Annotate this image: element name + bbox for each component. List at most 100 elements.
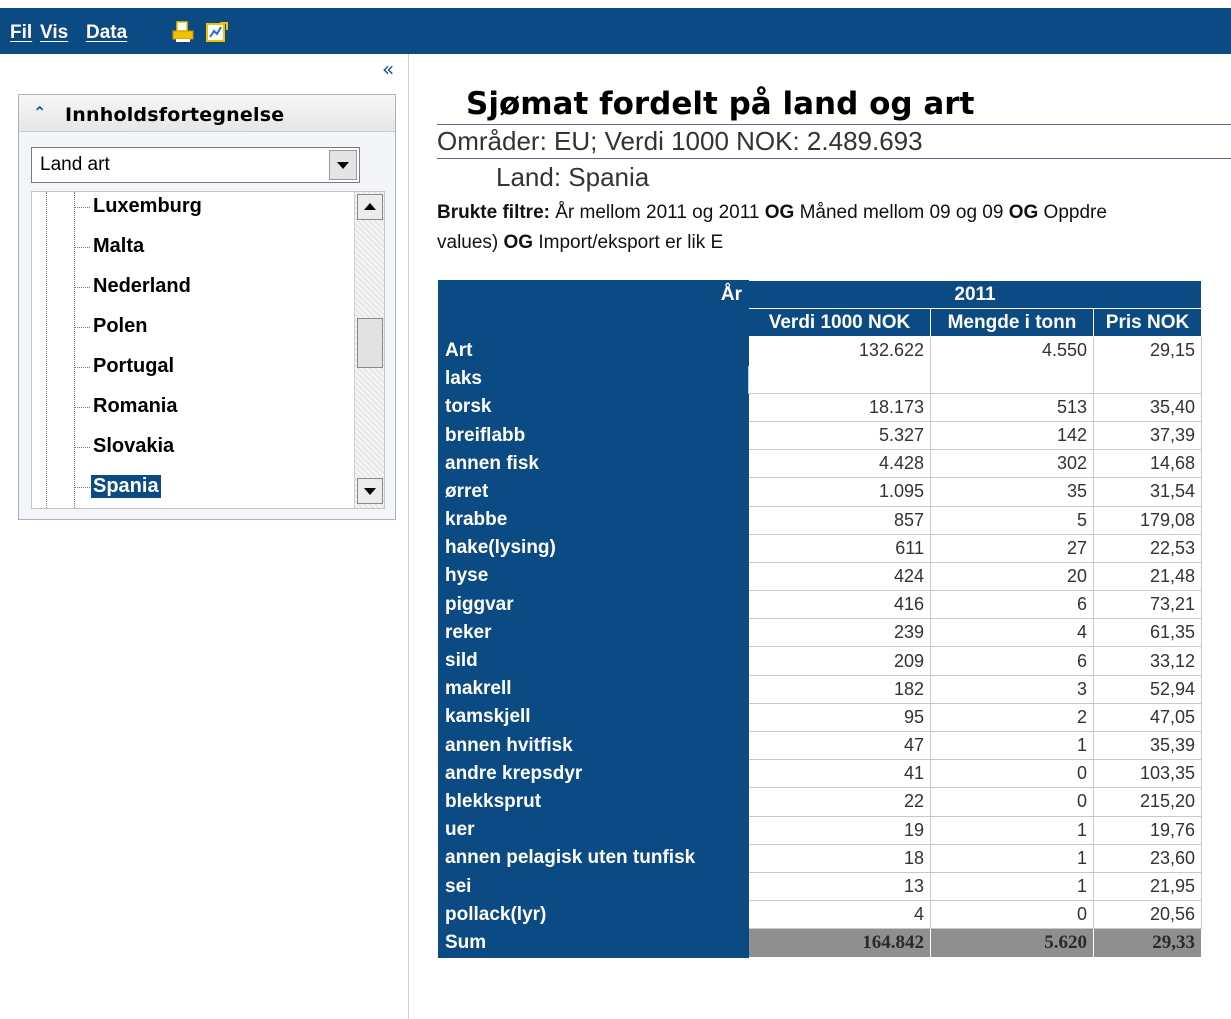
chevron-up-icon[interactable]: ⌃ [33, 103, 46, 122]
column-header: Mengde i tonn [930, 308, 1094, 338]
table-cell: 513 [930, 392, 1094, 422]
table-cell: 424 [748, 561, 931, 592]
table-cell: 2 [930, 702, 1094, 733]
table-cell: 20,56 [1093, 900, 1202, 930]
menu-fil[interactable]: Fil [10, 22, 32, 44]
table-cell: 47 [748, 730, 931, 761]
print-icon[interactable] [172, 21, 194, 43]
row-label: pollack(lyr) [438, 900, 749, 930]
table-cell: 611 [748, 533, 931, 563]
tree-scrollbar[interactable] [354, 192, 384, 508]
table-cell: 61,35 [1093, 618, 1202, 648]
table-row: breiflabb 5.327 142 37,39 [438, 420, 1202, 451]
table-row: Art 132.622 4.550 29,15 [438, 336, 1202, 394]
table-cell: 6 [930, 646, 1094, 676]
collapse-panel-button[interactable]: « [382, 59, 394, 79]
table-row: hyse 424 20 21,48 [438, 561, 1202, 592]
row-label: annen pelagisk uten tunfisk [438, 843, 749, 873]
row-label: sild [438, 646, 749, 676]
pivot-table: År 2011 Verdi 1000 NOK Mengde i tonn Pri… [438, 279, 1202, 958]
toc-header[interactable]: ⌃ Innholdsfortegnelse [19, 95, 395, 132]
filter-text: values) [437, 232, 504, 253]
table-row: ørret 1.095 35 31,54 [438, 477, 1202, 507]
table-cell: 37,39 [1093, 420, 1202, 451]
menu-data[interactable]: Data [86, 22, 127, 44]
table-cell: 1.095 [748, 477, 931, 507]
toc-select[interactable]: Land art [31, 147, 360, 183]
chevron-down-icon[interactable] [329, 150, 357, 180]
table-cell: 18 [748, 843, 931, 873]
table-row: sild 209 6 33,12 [438, 646, 1202, 676]
header-row-columns: Verdi 1000 NOK Mengde i tonn Pris NOK [438, 308, 1202, 338]
table-cell: 215,20 [1093, 787, 1202, 817]
table-cell: 5 [930, 505, 1094, 535]
table-cell: 22 [748, 787, 931, 817]
table-cell: 1 [930, 843, 1094, 873]
table-row: andre krepsdyr 41 0 103,35 [438, 759, 1202, 789]
table-cell: 21,95 [1093, 871, 1202, 902]
row-label: annen fisk [438, 449, 749, 479]
table-cell: 14,68 [1093, 449, 1202, 479]
table-cell: 73,21 [1093, 590, 1202, 620]
row-label: ørret [438, 477, 749, 507]
column-header: Pris NOK [1093, 308, 1202, 338]
table-cell: 132.622 [748, 336, 931, 394]
scroll-up-icon[interactable] [357, 194, 383, 220]
table-cell: 29,15 [1093, 336, 1202, 394]
row-label: reker [438, 618, 749, 648]
year-header: 2011 [748, 279, 1202, 310]
table-cell: 23,60 [1093, 843, 1202, 873]
table-body: torsk 18.173 513 35,40 breiflabb 5.327 142 37,3… [438, 392, 1202, 930]
table-row: sei 13 1 21,95 [438, 871, 1202, 902]
table-cell: 103,35 [1093, 759, 1202, 789]
filter-text: Import/eksport er lik E [533, 232, 724, 253]
table-row: krabbe 857 5 179,08 [438, 505, 1202, 535]
row-label: torsk [438, 392, 749, 422]
menu-bar: Fil Vis Data [0, 8, 1231, 54]
edit-report-icon[interactable] [206, 21, 228, 43]
table-cell: 35 [930, 477, 1094, 507]
table-cell: 5.327 [748, 420, 931, 451]
table-cell: 416 [748, 590, 931, 620]
corner-label: År [438, 279, 749, 310]
table-row: annen fisk 4.428 302 14,68 [438, 449, 1202, 479]
table-row: hake(lysing) 611 27 22,53 [438, 533, 1202, 563]
menu-vis[interactable]: Vis [40, 22, 68, 44]
row-label: uer [438, 815, 749, 845]
row-label: hyse [438, 561, 749, 592]
filter-label: Brukte filtre: [437, 202, 550, 223]
row-label: breiflabb [438, 420, 749, 451]
filter-text: Måned mellom 09 og 09 [794, 202, 1009, 223]
table-row: uer 19 1 19,76 [438, 815, 1202, 845]
table-cell: 182 [748, 674, 931, 704]
report-title: Sjømat fordelt på land og art [466, 86, 975, 122]
table-cell: 47,05 [1093, 702, 1202, 733]
row-label: annen hvitfisk [438, 730, 749, 761]
tree-guide-line [46, 192, 47, 508]
filter-og: OG [503, 232, 534, 253]
row-label: laks [438, 364, 749, 394]
table-cell: 20 [930, 561, 1094, 592]
table-cell: 302 [930, 449, 1094, 479]
scroll-down-icon[interactable] [357, 478, 383, 504]
table-cell: 31,54 [1093, 477, 1202, 507]
left-panel: « ⌃ Innholdsfortegnelse Land art Luxembu… [0, 54, 409, 1019]
blank-header-cell [438, 308, 749, 338]
table-cell: 95 [748, 702, 931, 733]
table-of-contents: ⌃ Innholdsfortegnelse Land art Luxemburg… [18, 94, 396, 520]
table-cell: 27 [930, 533, 1094, 563]
toc-tree: Luxemburg Malta Nederland Polen Portugal… [31, 191, 385, 509]
table-row: reker 239 4 61,35 [438, 618, 1202, 648]
table-row: blekksprut 22 0 215,20 [438, 787, 1202, 817]
table-cell: 13 [748, 871, 931, 902]
table-cell: 0 [930, 900, 1094, 930]
row-label: piggvar [438, 590, 749, 620]
tree-guide-line [74, 192, 75, 508]
table-row: pollack(lyr) 4 0 20,56 [438, 900, 1202, 930]
table-cell: 4 [930, 618, 1094, 648]
table-cell: 19 [748, 815, 931, 845]
scroll-thumb[interactable] [357, 318, 383, 368]
table-cell: 1 [930, 815, 1094, 845]
row-label: hake(lysing) [438, 533, 749, 563]
land-label: Land: Spania [496, 162, 650, 192]
